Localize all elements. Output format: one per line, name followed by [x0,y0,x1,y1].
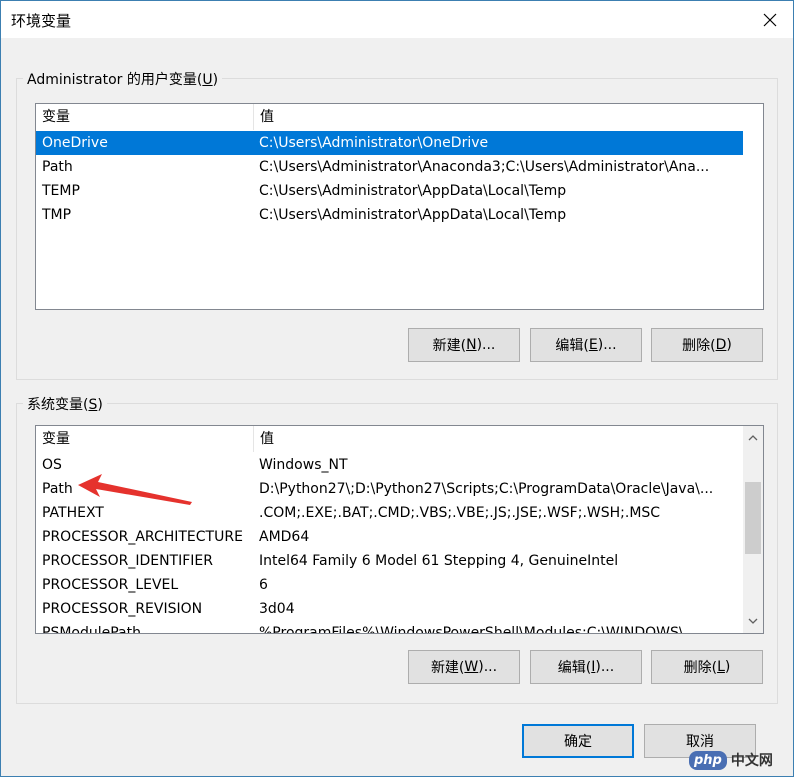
variable-name: PSModulePath [42,625,141,634]
chevron-up-icon [748,435,758,441]
system-variables-list[interactable]: 变量 值 OS Windows_NT Path D:\Python27\;D:\Pyt… [35,425,764,634]
window-title: 环境变量 [11,12,72,30]
variable-value: C:\Users\Administrator\AppData\Local\Tem… [259,183,567,199]
user-variables-list[interactable]: 变量 值 OneDrive C:\Users\Administrator\OneD… [35,103,764,310]
column-header-variable[interactable]: 变量 [36,104,254,130]
scroll-up-button[interactable] [743,428,763,448]
variable-name: PROCESSOR_IDENTIFIER [42,553,213,569]
annotation-arrow-icon [78,474,192,505]
variable-name: PROCESSOR_ARCHITECTURE [42,529,243,545]
variable-name: TMP [42,207,72,223]
user-variables-legend: Administrator 的用户变量(U) [23,69,223,89]
scroll-down-button[interactable] [743,611,763,631]
title-bar: 环境变量 [1,1,793,38]
close-button[interactable] [747,1,793,38]
environment-variables-dialog: 环境变量 Administrator 的用户变量(U) 变量 值 OneDriv… [0,0,794,777]
column-header-value[interactable]: 值 [254,426,274,452]
variable-value: 3d04 [259,601,295,617]
variable-value: C:\Users\Administrator\Anaconda3;C:\User… [259,159,710,175]
variable-value: C:\Users\Administrator\OneDrive [259,135,489,151]
system-variables-legend: 系统变量(S) [23,394,107,414]
system-list-header: 变量 值 [36,426,743,452]
variable-name: TEMP [42,183,80,199]
system-variables-group: 系统变量(S) 变量 值 OS Windows_NT Path D:\Python27… [16,394,778,704]
variable-value: C:\Users\Administrator\AppData\Local\Tem… [259,207,567,223]
variable-name: PROCESSOR_LEVEL [42,577,179,593]
ok-button[interactable]: 确定 [522,724,634,758]
watermark-text: 中文网 [730,753,773,769]
watermark-badge: php [689,750,727,770]
variable-name: Path [42,481,73,497]
column-header-variable[interactable]: 变量 [36,426,254,452]
column-header-value[interactable]: 值 [254,104,274,130]
user-edit-button[interactable]: 编辑(E)... [530,328,642,362]
variable-value: %ProgramFiles%\WindowsPowerShell\Modules… [259,625,697,634]
list-item[interactable]: Path C:\Users\Administrator\Anaconda3;C:\… [36,155,743,179]
variable-value: .COM;.EXE;.BAT;.CMD;.VBS;.VBE;.JS;.JSE;.… [259,505,661,521]
watermark: php 中文网 [689,746,789,774]
user-list-header: 变量 值 [36,104,763,130]
variable-value: 6 [259,577,268,593]
variable-value: Intel64 Family 6 Model 61 Stepping 4, Ge… [259,553,619,569]
variable-name: OneDrive [42,135,108,151]
list-item[interactable]: PROCESSOR_LEVEL 6 [36,573,743,597]
system-new-button[interactable]: 新建(W)... [408,650,520,684]
system-edit-button[interactable]: 编辑(I)... [530,650,642,684]
system-list-scrollbar[interactable] [743,426,763,633]
list-item[interactable]: PROCESSOR_ARCHITECTURE AMD64 [36,525,743,549]
variable-value: D:\Python27\;D:\Python27\Scripts;C:\Prog… [259,481,714,497]
close-icon [763,13,777,26]
system-delete-button[interactable]: 删除(L) [651,650,763,684]
variable-name: OS [42,457,62,473]
variable-name: PROCESSOR_REVISION [42,601,203,617]
list-item[interactable]: PSModulePath %ProgramFiles%\WindowsPowerS… [36,621,743,634]
list-item[interactable]: TMP C:\Users\Administrator\AppData\Local\… [36,203,743,227]
scroll-thumb[interactable] [745,482,761,555]
variable-value: AMD64 [259,529,310,545]
variable-name: Path [42,159,73,175]
variable-value: Windows_NT [259,457,348,473]
user-new-button[interactable]: 新建(N)... [408,328,520,362]
list-item[interactable]: TEMP C:\Users\Administrator\AppData\Local… [36,179,743,203]
chevron-down-icon [748,618,758,624]
list-item[interactable]: PROCESSOR_IDENTIFIER Intel64 Family 6 Mod… [36,549,743,573]
list-item[interactable]: PROCESSOR_REVISION 3d04 [36,597,743,621]
list-item[interactable]: OneDrive C:\Users\Administrator\OneDrive [36,131,743,155]
user-variables-group: Administrator 的用户变量(U) 变量 值 OneDrive C:\U… [16,69,778,380]
user-delete-button[interactable]: 删除(D) [651,328,763,362]
